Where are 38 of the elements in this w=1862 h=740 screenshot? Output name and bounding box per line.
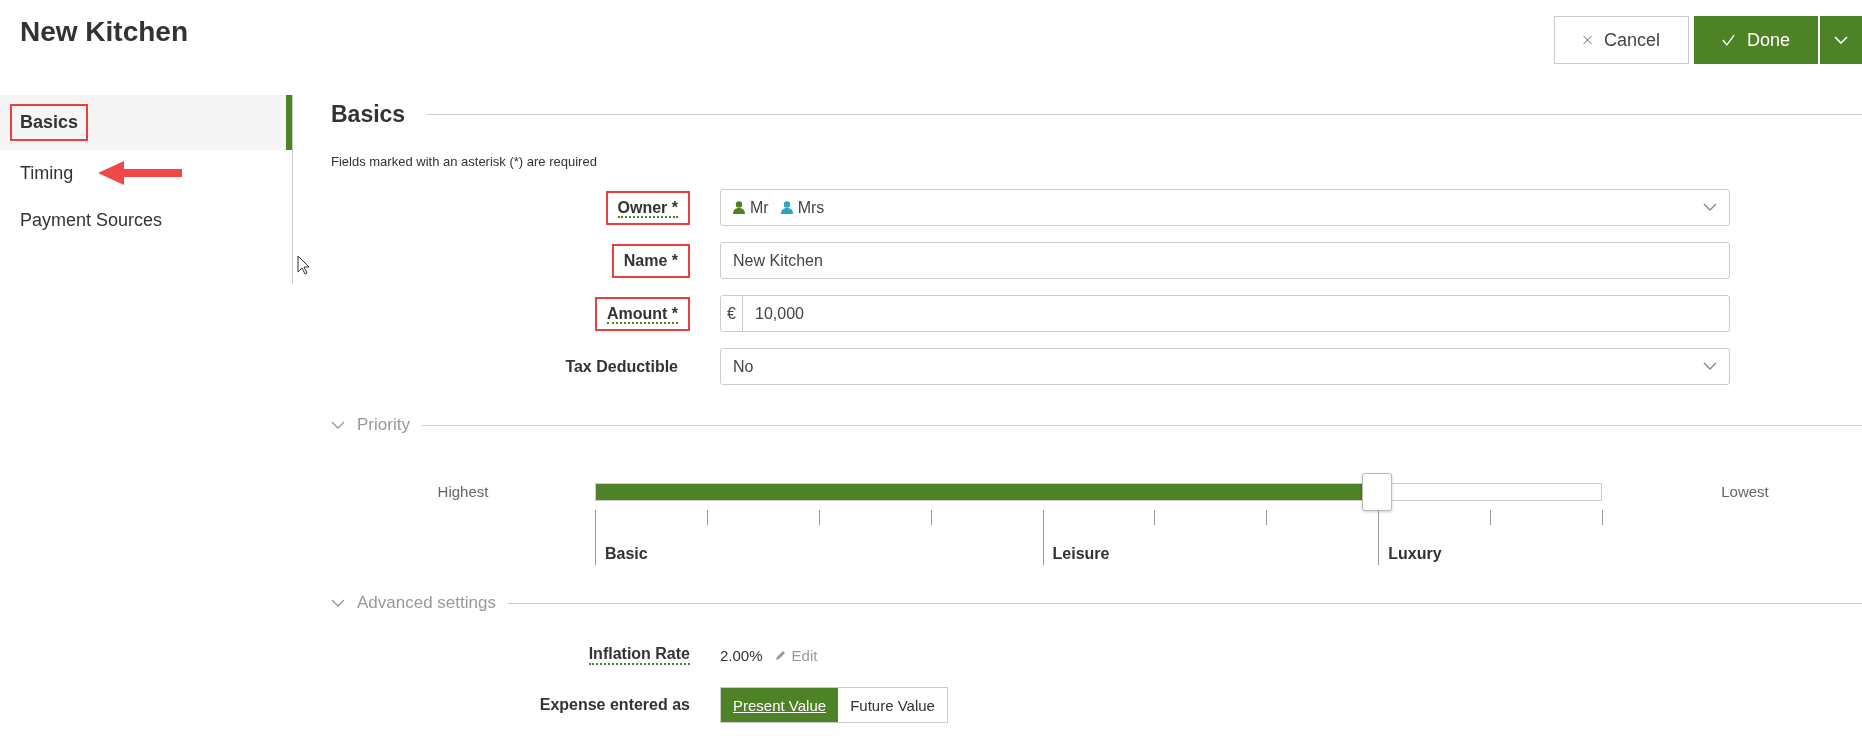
field-label: Name *: [623, 251, 678, 269]
field-label: Owner *: [617, 198, 678, 218]
tick-label: Basic: [605, 545, 648, 563]
cancel-button[interactable]: Cancel: [1554, 16, 1689, 64]
owner-name: Mr: [750, 198, 769, 217]
chevron-down-icon[interactable]: [331, 420, 345, 430]
field-label: Inflation Rate: [588, 645, 690, 665]
amount-input[interactable]: € 10,000: [720, 295, 1730, 332]
tick-label: Luxury: [1388, 545, 1442, 563]
inflation-rate-value: 2.00%: [720, 646, 763, 664]
sidebar-item[interactable]: Timing: [0, 150, 292, 197]
page-title: New Kitchen: [20, 16, 189, 48]
sidebar-item[interactable]: Basics: [0, 95, 292, 150]
tax-deductible-select[interactable]: No: [720, 348, 1730, 385]
chevron-down-icon: [1703, 203, 1717, 212]
field-label: Amount *: [606, 304, 678, 324]
name-input[interactable]: New Kitchen: [720, 242, 1730, 279]
field-label: Tax Deductible: [565, 357, 678, 375]
chevron-down-icon[interactable]: [331, 598, 345, 608]
toggle-option[interactable]: Present Value: [721, 688, 839, 722]
section-title: Basics: [331, 101, 406, 128]
owner-select[interactable]: Mr Mrs: [720, 189, 1730, 226]
field-label: Expense entered as: [539, 696, 690, 714]
pencil-icon: [774, 649, 786, 661]
slider-thumb[interactable]: [1362, 473, 1393, 511]
chevron-down-icon: [1834, 35, 1848, 45]
sidebar-item[interactable]: Payment Sources: [0, 197, 292, 244]
done-button[interactable]: Done: [1694, 16, 1818, 64]
mouse-cursor-icon: [297, 255, 311, 275]
required-note: Fields marked with an asterisk (*) are required: [331, 154, 598, 169]
checkmark-icon: [1722, 33, 1735, 47]
tick-label: Leisure: [1052, 545, 1110, 563]
close-icon: [1583, 33, 1592, 47]
slider-min-label: Highest: [436, 482, 490, 502]
owner-name: Mrs: [797, 198, 825, 217]
slider-max-label: Lowest: [1720, 482, 1770, 502]
chevron-down-icon: [1703, 362, 1717, 371]
priority-slider[interactable]: [595, 473, 1602, 511]
